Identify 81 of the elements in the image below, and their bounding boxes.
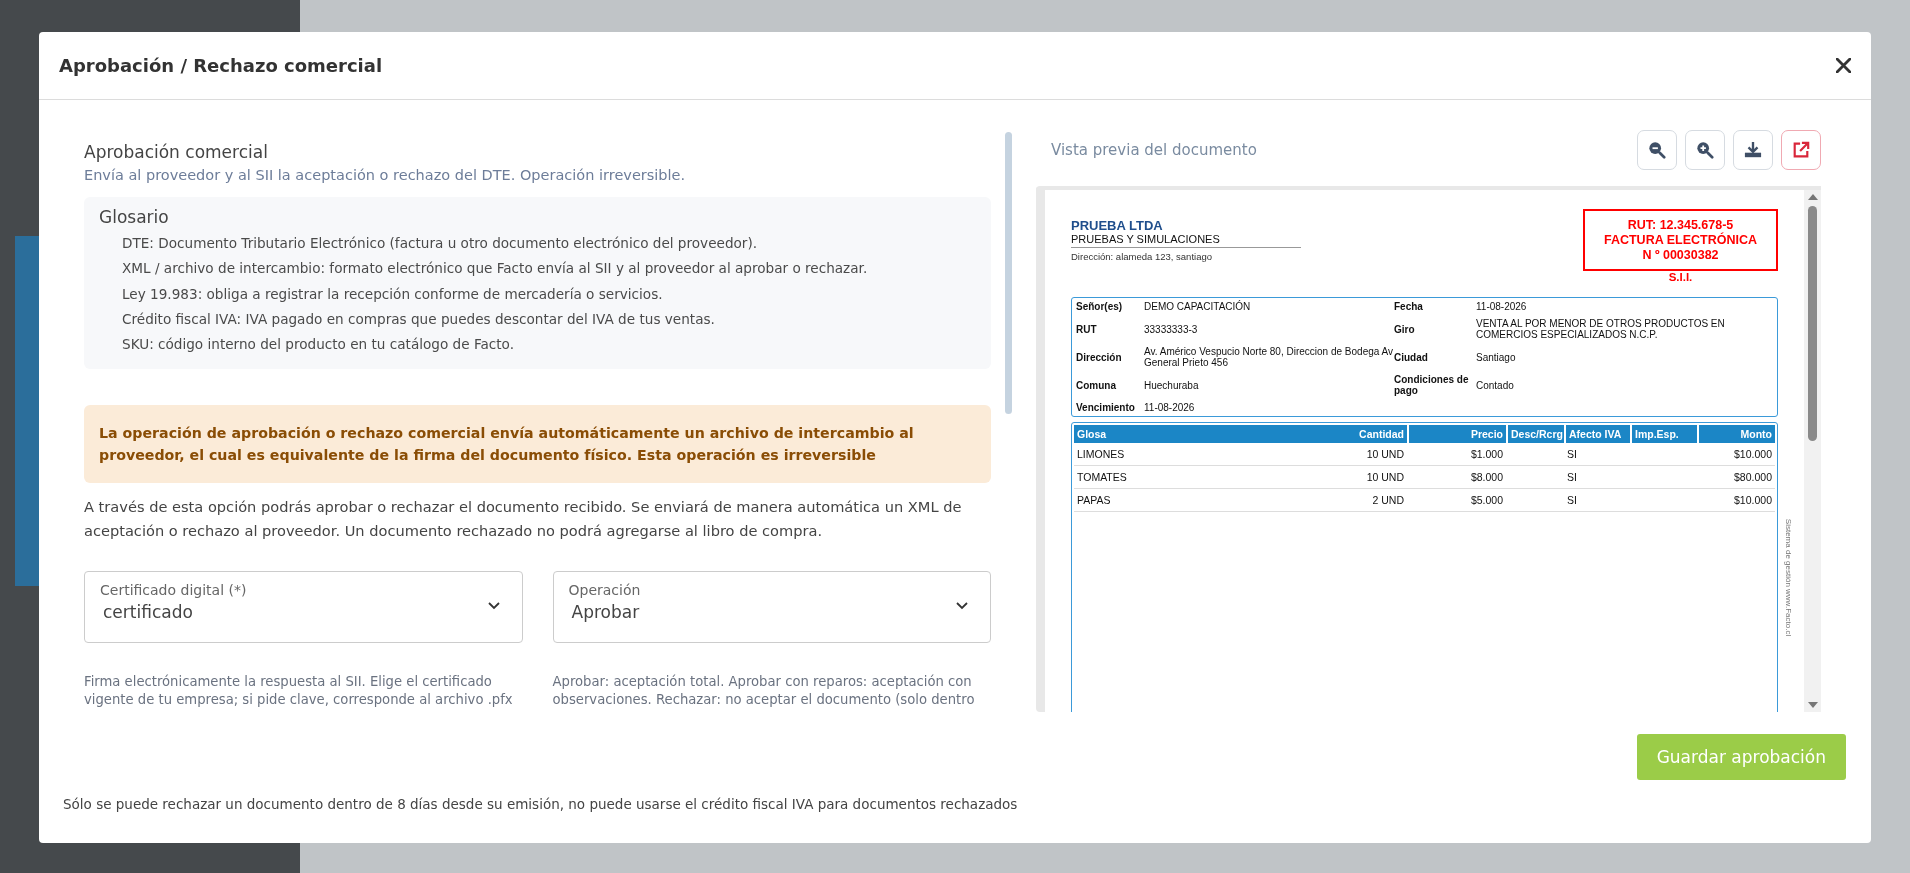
footer-note: Sólo se puede rechazar un documento dentro de 8 días desde su emisión, no puede usarse el crédito fiscal IVA para documentos rechazados — [63, 796, 1019, 812]
download-button[interactable] — [1733, 130, 1773, 170]
company-activity: PRUEBAS Y SIMULACIONES — [1071, 233, 1301, 248]
table-cell: SI — [1564, 489, 1630, 512]
description-text: A través de esta opción podrás aprobar o rechazar el documento recibido. Se enviará de manera automática un XML de aceptación o rechazo al proveedor. Un documento rechazado no podrá agregarse al libro de compra. — [84, 497, 963, 542]
info-value: 11-08-2026 — [1144, 402, 1196, 413]
table-cell: SI — [1564, 443, 1630, 466]
glossary-entry: XML / archivo de intercambio: formato electrónico que Facto envía al SII y al proveedor al aprobar o rechazar. — [121, 259, 869, 279]
info-label: Giro — [1394, 323, 1416, 335]
stamp-number: N º 00030382 — [1642, 247, 1719, 263]
table-cell: LIMONES — [1074, 443, 1307, 466]
zoom-in-button[interactable] — [1685, 130, 1725, 170]
chevron-down-icon — [956, 602, 969, 611]
glossary-entry: SKU: código interno del producto en tu catálogo de Facto. — [121, 335, 515, 355]
glossary-title: Glosario — [99, 207, 170, 227]
table-cell: $10.000 — [1697, 489, 1775, 512]
table-cell: TOMATES — [1074, 466, 1307, 489]
table-cell: PAPAS — [1074, 489, 1307, 512]
scrollbar-thumb[interactable] — [1005, 132, 1012, 414]
glossary-entry: Crédito fiscal IVA: IVA pagado en compras que puedes descontar del IVA de tus ventas. — [121, 309, 716, 329]
glossary-entry: Ley 19.983: obliga a registrar la recepción conforme de mercadería o servicios. — [121, 284, 664, 304]
info-value: Huechuraba — [1144, 379, 1200, 391]
external-link-icon — [1792, 141, 1810, 159]
info-value: VENTA AL POR MENOR DE OTROS PRODUCTOS EN COMERCIOS ESPECIALIZADOS N.C.P. — [1476, 318, 1726, 340]
column-header: Precio — [1407, 425, 1506, 443]
scrollbar-thumb[interactable] — [1808, 206, 1817, 441]
column-header: Afecto IVA — [1564, 425, 1630, 443]
stamp-rut: RUT: 12.345.678-5 — [1627, 217, 1734, 232]
scroll-down-icon[interactable] — [1807, 702, 1818, 708]
info-value: Santiago — [1476, 351, 1517, 363]
zoom-in-icon — [1696, 141, 1714, 159]
chevron-down-icon — [487, 602, 500, 611]
info-value: 11-08-2026 — [1476, 301, 1528, 312]
info-label: Fecha — [1394, 301, 1424, 312]
preview-title: Vista previa del documento — [1051, 141, 1257, 159]
info-value: Contado — [1476, 379, 1515, 391]
info-label: Vencimiento — [1076, 402, 1136, 413]
download-icon — [1744, 141, 1762, 159]
field-hint: Aprobar: aceptación total. Aprobar con reparos: aceptación con observaciones. Rechazar: no aceptar el documento (solo dentro — [552, 673, 976, 710]
info-value: DEMO CAPACITACIÓN — [1144, 301, 1252, 312]
scrollbar[interactable] — [1804, 190, 1821, 712]
table-cell: $80.000 — [1697, 466, 1775, 489]
table-cell: SI — [1564, 466, 1630, 489]
section-heading: Aprobación comercial — [84, 142, 269, 162]
column-header: Monto — [1697, 425, 1775, 443]
company-address: Dirección: alameda 123, santiago — [1071, 251, 1213, 262]
info-label: Condiciones de pago — [1394, 374, 1470, 396]
side-note: Sistema de gestión www.Facto.cl — [1783, 518, 1793, 637]
warning-alert: La operación de aprobación o rechazo comercial envía automáticamente un archivo de intercambio al proveedor, el cual es equivalente de la firma del documento físico. Esta operación es irreversible — [84, 405, 992, 484]
info-label: Comuna — [1076, 379, 1117, 391]
column-header: Desc/Rcrg — [1506, 425, 1564, 443]
info-label: Dirección — [1076, 351, 1123, 363]
info-label: Ciudad — [1394, 351, 1429, 363]
glossary-entry: DTE: Documento Tributario Electrónico (factura u otro documento electrónico del proveedor). — [121, 234, 759, 253]
table-cell: 10 UND — [1307, 466, 1407, 489]
table-cell: 10 UND — [1307, 443, 1407, 466]
table-cell: $5.000 — [1407, 489, 1506, 512]
info-value: Av. Américo Vespucio Norte 80, Direccion de Bodega Av General Prieto 456 — [1144, 346, 1394, 368]
company-name: PRUEBA LTDA — [1071, 218, 1164, 233]
table-cell: 2 UND — [1307, 489, 1407, 512]
close-icon[interactable] — [1836, 58, 1851, 73]
column-header: Cantidad — [1358, 427, 1405, 442]
table-cell: $8.000 — [1407, 466, 1506, 489]
dialog-title: Aprobación / Rechazo comercial — [59, 55, 383, 76]
zoom-out-icon — [1648, 141, 1666, 159]
column-header: Glosa — [1076, 427, 1108, 442]
column-header: Imp.Esp. — [1630, 425, 1697, 443]
open-external-button[interactable] — [1781, 130, 1821, 170]
stamp-type: FACTURA ELECTRÓNICA — [1604, 232, 1757, 248]
info-label: Señor(es) — [1076, 301, 1124, 312]
stamp-office: S.I.I. — [1668, 271, 1693, 283]
info-label: RUT — [1076, 323, 1098, 335]
section-subtitle: Envía al proveedor y al SII la aceptación o rechazo del DTE. Operación irreversible. — [84, 167, 687, 183]
select-field[interactable]: Certificado digital (*) certificado — [84, 571, 523, 644]
select-field[interactable]: Operación Aprobar — [552, 571, 992, 644]
zoom-out-button[interactable] — [1637, 130, 1677, 170]
field-hint: Firma electrónicamente la respuesta al SII. Elige el certificado vigente de tu empresa; si pide clave, corresponde al archivo .pfx — [84, 673, 514, 710]
table-cell: $10.000 — [1697, 443, 1775, 466]
table-cell: $1.000 — [1407, 443, 1506, 466]
info-value: 33333333-3 — [1144, 323, 1199, 335]
scroll-up-icon[interactable] — [1807, 194, 1818, 200]
